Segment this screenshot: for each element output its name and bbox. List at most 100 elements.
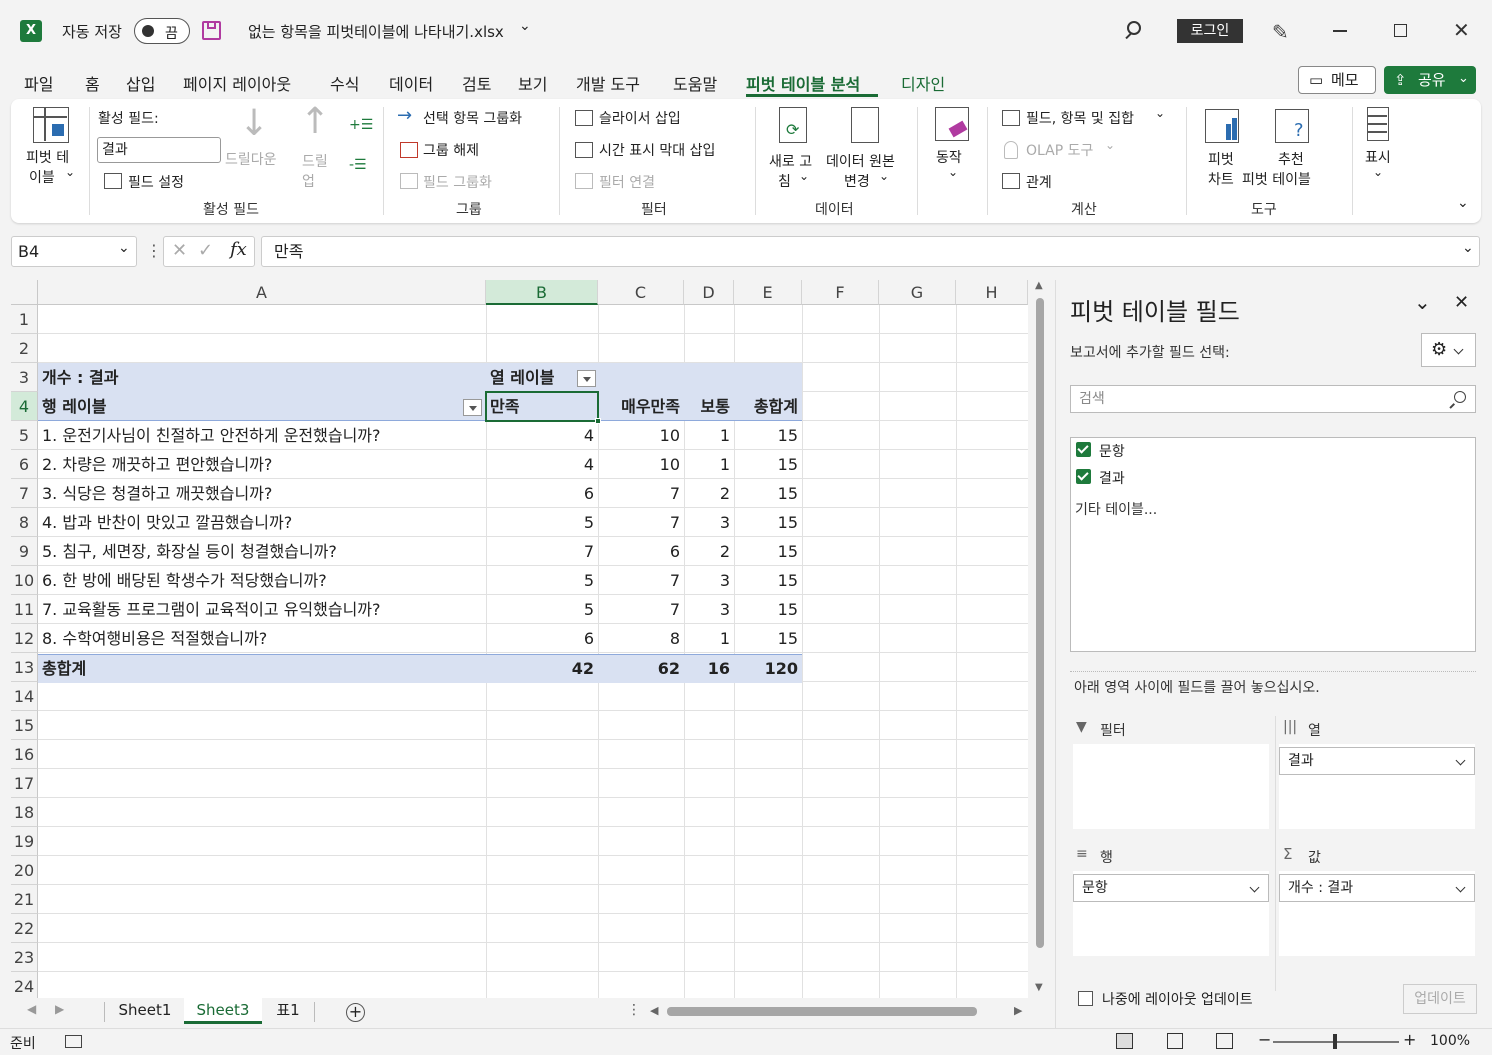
- pivot-value-cell[interactable]: 15: [734, 537, 802, 566]
- pivot-header-very-satisfied[interactable]: 매우만족: [598, 392, 684, 421]
- tab-formulas[interactable]: 수식: [330, 71, 359, 95]
- values-field-dropdown[interactable]: 개수 : 결과: [1279, 874, 1475, 902]
- file-name[interactable]: 없는 항목을 피벗테이블에 나타내기.xlsx: [248, 21, 504, 42]
- row-header[interactable]: 9: [11, 537, 38, 566]
- pivot-value-cell[interactable]: 15: [734, 508, 802, 537]
- row-header[interactable]: 15: [11, 711, 38, 740]
- column-filter-dropdown[interactable]: [577, 370, 596, 387]
- horizontal-scrollbar[interactable]: ◀ ▶: [650, 1003, 1028, 1019]
- zoom-in-button[interactable]: +: [1403, 1030, 1416, 1049]
- tab-help[interactable]: 도움말: [673, 71, 717, 95]
- name-box[interactable]: B4 ⌄: [11, 236, 137, 267]
- pivot-row-label[interactable]: 1. 운전기사님이 친절하고 안전하게 운전했습니까?: [38, 421, 385, 450]
- tab-review[interactable]: 검토: [462, 71, 491, 95]
- scroll-up-icon[interactable]: ▲: [1035, 280, 1043, 291]
- pivot-value-cell[interactable]: 3: [684, 595, 734, 624]
- pivot-value-cell[interactable]: 2: [684, 479, 734, 508]
- pane-options-chevron-icon[interactable]: ⌄: [1414, 290, 1431, 314]
- pivot-count-label[interactable]: 개수 : 결과: [38, 363, 122, 392]
- recommended-label-1[interactable]: 추천: [1278, 149, 1304, 169]
- page-layout-view-icon[interactable]: [1167, 1033, 1183, 1049]
- defer-update-checkbox[interactable]: [1078, 991, 1093, 1006]
- pen-icon[interactable]: ✎: [1272, 20, 1290, 44]
- filename-chevron-icon[interactable]: ⌄: [519, 18, 531, 34]
- drill-up-label-1[interactable]: 드릴: [302, 151, 328, 171]
- pivot-value-cell[interactable]: 3: [684, 508, 734, 537]
- pivot-value-cell[interactable]: 15: [734, 595, 802, 624]
- zoom-slider-thumb[interactable]: [1333, 1034, 1337, 1049]
- field-label-result[interactable]: 결과: [1099, 468, 1125, 488]
- sheet-tab-table1[interactable]: 표1: [262, 998, 314, 1024]
- minimize-button[interactable]: [1333, 30, 1347, 32]
- share-button[interactable]: ⇪ 공유 ⌄: [1384, 66, 1476, 94]
- change-source-label-1[interactable]: 데이터 원본: [826, 151, 895, 171]
- row-header[interactable]: 17: [11, 769, 38, 798]
- pivot-value-cell[interactable]: 6: [486, 479, 598, 508]
- pivot-row-label[interactable]: 6. 한 방에 배당된 학생수가 적당했습니까?: [38, 566, 331, 595]
- pivot-value-cell[interactable]: 4: [486, 421, 598, 450]
- column-header-g[interactable]: G: [879, 280, 956, 305]
- actions-button[interactable]: 동작: [936, 147, 962, 167]
- pivot-row-label[interactable]: 8. 수학여행비용은 적절했습니까?: [38, 624, 271, 653]
- tab-page-layout[interactable]: 페이지 레이아웃: [183, 71, 291, 95]
- pivot-value-cell[interactable]: 6: [486, 624, 598, 653]
- tab-design[interactable]: 디자인: [901, 71, 945, 95]
- autosave-toggle[interactable]: 끔: [134, 18, 190, 44]
- pivot-value-cell[interactable]: 5: [486, 508, 598, 537]
- sheet-tab-sheet3[interactable]: Sheet3: [184, 998, 262, 1024]
- group-selection-button[interactable]: 선택 항목 그룹화: [423, 108, 522, 128]
- show-button[interactable]: 표시: [1365, 147, 1391, 167]
- row-header[interactable]: 18: [11, 798, 38, 827]
- pivot-value-cell[interactable]: 10: [598, 421, 684, 450]
- pivot-header-grand-total[interactable]: 총합계: [734, 392, 802, 421]
- filter-connections-button[interactable]: 필터 연결: [599, 172, 655, 192]
- refresh-label-2[interactable]: 침: [778, 171, 791, 191]
- collapse-field-icon[interactable]: -☰: [349, 157, 367, 173]
- zoom-level[interactable]: 100%: [1430, 1033, 1470, 1049]
- pivot-chart-label-2[interactable]: 차트: [1208, 169, 1234, 189]
- row-header[interactable]: 8: [11, 508, 38, 537]
- select-all-corner[interactable]: [11, 280, 38, 305]
- pivot-value-cell[interactable]: 5: [486, 595, 598, 624]
- pivot-value-cell[interactable]: 15: [734, 566, 802, 595]
- row-header[interactable]: 4: [11, 392, 38, 421]
- tab-pivottable-analyze[interactable]: 피벗 테이블 분석: [746, 71, 860, 95]
- pivot-value-cell[interactable]: 2: [684, 537, 734, 566]
- recommended-label-2[interactable]: 피벗 테이블: [1242, 169, 1311, 189]
- pivot-value-cell[interactable]: 5: [486, 566, 598, 595]
- row-header[interactable]: 22: [11, 914, 38, 943]
- row-filter-dropdown[interactable]: [463, 399, 482, 416]
- maximize-button[interactable]: [1394, 24, 1407, 37]
- pivot-row-label[interactable]: 3. 식당은 청결하고 깨끗했습니까?: [38, 479, 276, 508]
- pivot-header-average[interactable]: 보통: [684, 392, 734, 421]
- more-tables-link[interactable]: 기타 테이블...: [1075, 499, 1157, 519]
- normal-view-icon[interactable]: [1116, 1033, 1133, 1049]
- total-grand[interactable]: 120: [734, 654, 802, 683]
- page-break-view-icon[interactable]: [1216, 1033, 1233, 1049]
- pivottable-label-1[interactable]: 피벗 테: [26, 147, 69, 167]
- pane-close-icon[interactable]: ✕: [1454, 292, 1469, 313]
- pivot-row-label[interactable]: 4. 밥과 반찬이 맛있고 깔끔했습니까?: [38, 508, 296, 537]
- columns-field-dropdown[interactable]: 결과: [1279, 747, 1475, 775]
- formula-input[interactable]: 만족 ⌄: [261, 236, 1480, 267]
- horizontal-scroll-thumb[interactable]: [667, 1007, 977, 1016]
- pivot-value-cell[interactable]: 3: [684, 566, 734, 595]
- pivot-column-labels[interactable]: 열 레이블: [486, 363, 558, 392]
- save-icon[interactable]: [202, 21, 221, 40]
- field-search-input[interactable]: 검색: [1070, 385, 1476, 413]
- group-field-button[interactable]: 필드 그룹화: [423, 172, 492, 192]
- pivot-value-cell[interactable]: 1: [684, 624, 734, 653]
- more-options-icon[interactable]: ⋮: [146, 241, 162, 260]
- tab-split-handle[interactable]: ⋮: [627, 1002, 641, 1018]
- insert-function-icon[interactable]: fx: [230, 239, 247, 260]
- cancel-icon[interactable]: ✕: [172, 240, 187, 261]
- tab-insert[interactable]: 삽입: [126, 71, 155, 95]
- row-header[interactable]: 24: [11, 972, 38, 998]
- pivot-value-cell[interactable]: 6: [598, 537, 684, 566]
- pivottable-label-2[interactable]: 이블: [29, 167, 55, 187]
- enter-icon[interactable]: ✓: [198, 240, 213, 261]
- selected-cell-b4[interactable]: [485, 391, 599, 422]
- field-settings-button[interactable]: 필드 설정: [128, 172, 184, 192]
- row-header[interactable]: 21: [11, 885, 38, 914]
- fields-items-sets-button[interactable]: 필드, 항목 및 집합: [1026, 108, 1134, 128]
